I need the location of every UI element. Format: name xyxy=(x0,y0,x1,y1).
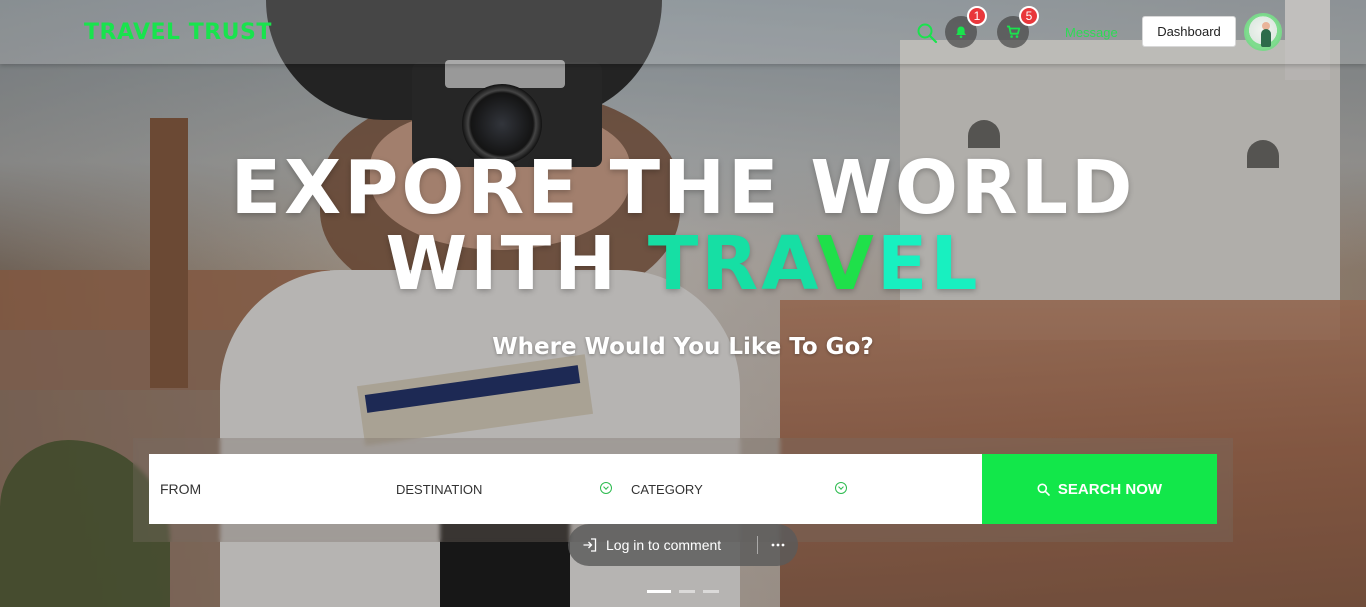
cart-badge: 5 xyxy=(1019,6,1039,26)
hero-title-accent-a: TRA xyxy=(647,221,817,307)
hero-title-line-1: EXPORE THE WORLD xyxy=(230,145,1136,231)
hero-title-line-2: WITH TRAVEL xyxy=(0,226,1366,302)
hero-title-prefix: WITH xyxy=(385,221,648,307)
message-link[interactable]: Message xyxy=(1065,25,1118,40)
notifications-button[interactable]: 1 xyxy=(945,6,987,48)
bell-icon xyxy=(956,26,966,39)
navbar: TRAVEL TRUST 1 5 Message Dashboard xyxy=(0,0,1366,64)
search-now-button[interactable]: SEARCH NOW xyxy=(982,454,1217,524)
chevron-down-icon xyxy=(600,482,612,494)
search-now-label: SEARCH NOW xyxy=(1057,480,1163,498)
hero-subtitle: Where Would You Like To Go? xyxy=(492,334,874,360)
hero-title: EXPORE THE WORLD WITH TRAVEL xyxy=(0,150,1366,302)
from-input[interactable]: FROM xyxy=(160,454,380,524)
category-label: CATEGORY xyxy=(631,481,703,497)
avatar[interactable] xyxy=(1244,13,1282,51)
slider-dot-3[interactable] xyxy=(703,590,719,593)
chevron-down-icon xyxy=(835,482,847,494)
hero-title-accent-b: EL xyxy=(876,221,981,307)
avatar-body xyxy=(1261,29,1271,47)
brand-logo[interactable]: TRAVEL TRUST xyxy=(84,20,272,45)
search-form: FROM DESTINATION CATEGORY xyxy=(149,454,982,524)
from-label: FROM xyxy=(160,481,202,497)
cart-button[interactable]: 5 xyxy=(997,6,1039,48)
destination-select[interactable]: DESTINATION xyxy=(396,454,612,524)
login-to-comment-button[interactable]: Log in to comment xyxy=(582,524,721,566)
slider-pagination xyxy=(647,590,719,593)
ellipsis-icon[interactable] xyxy=(766,524,790,566)
search-icon xyxy=(1037,483,1050,496)
category-select[interactable]: CATEGORY xyxy=(631,454,847,524)
divider xyxy=(757,536,758,554)
hero-title-accent-v: V xyxy=(816,221,877,307)
dashboard-button[interactable]: Dashboard xyxy=(1142,16,1236,47)
notifications-badge: 1 xyxy=(967,6,987,26)
cart-icon xyxy=(1006,25,1020,38)
login-to-comment-label: Log in to comment xyxy=(606,537,722,553)
destination-label: DESTINATION xyxy=(396,481,483,497)
slider-dot-1[interactable] xyxy=(647,590,671,593)
comment-bar: Log in to comment xyxy=(568,524,798,566)
slider-dot-2[interactable] xyxy=(679,590,695,593)
search-icon[interactable] xyxy=(916,22,938,44)
login-icon xyxy=(583,538,597,552)
